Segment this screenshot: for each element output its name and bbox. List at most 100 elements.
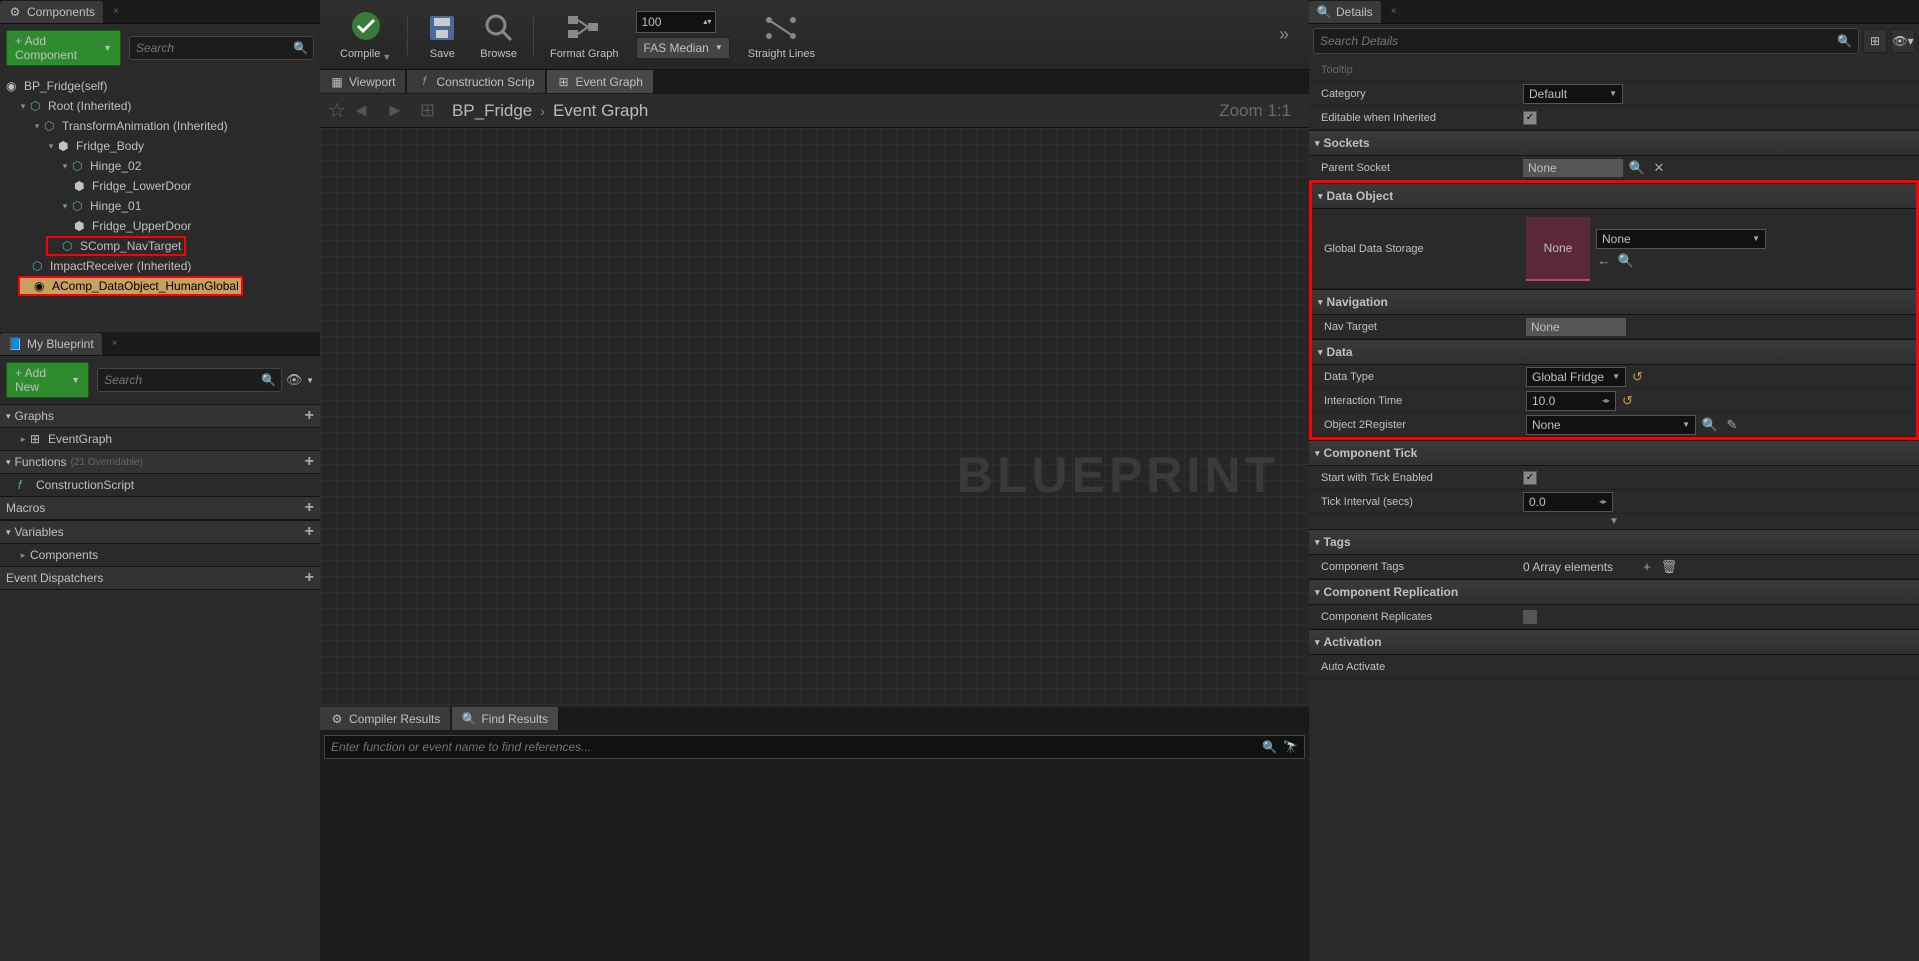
eventgraph-item[interactable]: ▸⊞EventGraph xyxy=(0,428,320,450)
details-search-input[interactable] xyxy=(1320,34,1837,48)
component-search[interactable]: 🔍 xyxy=(129,36,314,60)
tree-impact[interactable]: ⬡ImpactReceiver (Inherited) xyxy=(0,256,320,276)
revert-icon[interactable]: ↺ xyxy=(1622,393,1633,409)
expand-arrow-icon[interactable]: ▾ xyxy=(18,101,28,112)
browse-icon[interactable]: 🔍 xyxy=(1618,253,1634,269)
chevron-down-icon[interactable]: ▼ xyxy=(306,376,314,385)
crumb-bp[interactable]: BP_Fridge xyxy=(452,101,532,121)
asset-thumbnail[interactable]: None xyxy=(1526,217,1590,281)
parent-socket-value[interactable]: None xyxy=(1523,159,1623,177)
expand-arrow-icon[interactable]: ▸ xyxy=(18,550,28,561)
add-icon[interactable]: + xyxy=(305,523,314,541)
clear-icon[interactable]: ✕ xyxy=(1651,160,1667,176)
tree-dataobject[interactable]: ◉AComp_DataObject_HumanGlobal xyxy=(18,276,243,296)
crumb-eventgraph[interactable]: Event Graph xyxy=(553,101,648,121)
fas-value-input[interactable]: 100▴▾ xyxy=(636,11,716,33)
tab-close-icon[interactable]: × xyxy=(113,6,119,17)
interaction-time-input[interactable]: 10.0◂▸ xyxy=(1526,391,1616,411)
data-header[interactable]: ▾Data xyxy=(1312,339,1916,365)
graph-canvas[interactable]: BLUEPRINT xyxy=(320,128,1309,707)
expand-more-icon[interactable]: ▼ xyxy=(1309,514,1919,529)
search-icon[interactable]: 🔍 xyxy=(1262,740,1277,754)
browse-icon[interactable]: 🔍 xyxy=(1702,417,1718,433)
details-search[interactable]: 🔍 xyxy=(1313,28,1859,54)
tags-header[interactable]: ▾Tags xyxy=(1309,529,1919,555)
search-icon[interactable]: 🔍 xyxy=(1629,160,1645,176)
replication-header[interactable]: ▾Component Replication xyxy=(1309,579,1919,605)
expand-arrow-icon[interactable]: ▾ xyxy=(60,201,70,212)
find-input[interactable]: 🔍 🔭 xyxy=(324,735,1305,759)
add-icon[interactable]: + xyxy=(305,407,314,425)
tree-fridge-body[interactable]: ▾⬢Fridge_Body xyxy=(0,136,320,156)
tick-interval-input[interactable]: 0.0◂▸ xyxy=(1523,492,1613,512)
revert-icon[interactable]: ↺ xyxy=(1632,369,1643,385)
find-text-input[interactable] xyxy=(331,740,1262,754)
browse-button[interactable]: Browse xyxy=(480,10,517,60)
tab-construction[interactable]: 𝑓Construction Scrip xyxy=(407,70,544,93)
expand-arrow-icon[interactable]: ▾ xyxy=(32,121,42,132)
format-graph-button[interactable]: Format Graph xyxy=(550,10,618,60)
use-selected-icon[interactable]: ← xyxy=(1596,253,1612,269)
tree-lowerdoor[interactable]: ⬢Fridge_LowerDoor xyxy=(0,176,320,196)
add-component-button[interactable]: + Add Component ▼ xyxy=(6,30,121,66)
editable-checkbox[interactable]: ✓ xyxy=(1523,111,1537,125)
fas-median-dropdown[interactable]: FAS Median▼ xyxy=(636,37,729,59)
nav-back-icon[interactable]: ◄ xyxy=(352,100,374,122)
tab-close-icon[interactable]: × xyxy=(1391,6,1397,17)
tick-start-checkbox[interactable]: ✓ xyxy=(1523,471,1537,485)
tab-close-icon[interactable]: × xyxy=(112,338,118,349)
tree-navtarget[interactable]: ⬡SComp_NavTarget xyxy=(46,236,186,256)
pick-icon[interactable]: ✎ xyxy=(1724,417,1740,433)
tick-header[interactable]: ▾Component Tick xyxy=(1309,440,1919,466)
tree-hinge01[interactable]: ▾⬡Hinge_01 xyxy=(0,196,320,216)
add-icon[interactable]: + xyxy=(305,453,314,471)
category-combo[interactable]: Default▼ xyxy=(1523,84,1623,104)
tree-upperdoor[interactable]: ⬢Fridge_UpperDoor xyxy=(0,216,320,236)
property-matrix-button[interactable]: ⊞ xyxy=(1863,29,1887,53)
datatype-combo[interactable]: Global Fridge▼ xyxy=(1526,367,1626,387)
components-tab[interactable]: ⚙ Components xyxy=(0,1,103,23)
eye-toggle[interactable]: 👁▾ xyxy=(1891,29,1915,53)
add-icon[interactable]: + xyxy=(305,499,314,517)
blueprint-search[interactable]: 🔍 xyxy=(97,368,282,392)
tree-hinge02[interactable]: ▾⬡Hinge_02 xyxy=(0,156,320,176)
tab-compiler-results[interactable]: ⚙Compiler Results xyxy=(320,707,450,730)
expand-arrow-icon[interactable]: ▸ xyxy=(18,434,28,445)
compile-button[interactable]: Compile▼ xyxy=(340,8,391,62)
trash-icon[interactable]: 🗑 xyxy=(1661,559,1677,575)
dataobject-header[interactable]: ▾Data Object xyxy=(1312,183,1916,209)
dispatchers-section[interactable]: Event Dispatchers+ xyxy=(0,566,320,590)
toolbar-overflow-icon[interactable]: » xyxy=(1279,24,1289,45)
nav-forward-icon[interactable]: ► xyxy=(386,100,408,122)
tree-root-self[interactable]: ◉BP_Fridge(self) xyxy=(0,76,320,96)
tree-transform[interactable]: ▾⬡TransformAnimation (Inherited) xyxy=(0,116,320,136)
macros-section[interactable]: Macros+ xyxy=(0,496,320,520)
add-icon[interactable]: + xyxy=(305,569,314,587)
tab-eventgraph[interactable]: ⊞Event Graph xyxy=(547,70,653,93)
add-new-button[interactable]: + Add New ▼ xyxy=(6,362,89,398)
favorite-icon[interactable]: ☆ xyxy=(328,98,346,123)
tree-root[interactable]: ▾⬡Root (Inherited) xyxy=(0,96,320,116)
add-icon[interactable]: + xyxy=(1639,559,1655,575)
construction-item[interactable]: 𝑓ConstructionScript xyxy=(0,474,320,496)
grid-icon[interactable]: ⊞ xyxy=(420,100,442,122)
expand-arrow-icon[interactable]: ▾ xyxy=(46,141,56,152)
myblueprint-tab[interactable]: 📘 My Blueprint xyxy=(0,333,102,355)
sockets-header[interactable]: ▾Sockets xyxy=(1309,130,1919,156)
straight-lines-button[interactable]: Straight Lines xyxy=(748,10,815,60)
blueprint-search-input[interactable] xyxy=(104,373,261,387)
graphs-section[interactable]: ▾Graphs+ xyxy=(0,404,320,428)
save-button[interactable]: Save xyxy=(424,10,460,60)
binoculars-icon[interactable]: 🔭 xyxy=(1283,740,1298,754)
global-storage-combo[interactable]: None▼ xyxy=(1596,229,1766,249)
replicates-checkbox[interactable] xyxy=(1523,610,1537,624)
expand-arrow-icon[interactable]: ▾ xyxy=(60,161,70,172)
details-tab[interactable]: 🔍 Details xyxy=(1309,1,1381,23)
component-search-input[interactable] xyxy=(136,41,293,55)
tab-viewport[interactable]: ▦Viewport xyxy=(320,70,405,93)
functions-section[interactable]: ▾Functions(21 Overridable)+ xyxy=(0,450,320,474)
activation-header[interactable]: ▾Activation xyxy=(1309,629,1919,655)
obj2register-combo[interactable]: None▼ xyxy=(1526,415,1696,435)
components-var-item[interactable]: ▸Components xyxy=(0,544,320,566)
tab-find-results[interactable]: 🔍Find Results xyxy=(452,707,558,730)
